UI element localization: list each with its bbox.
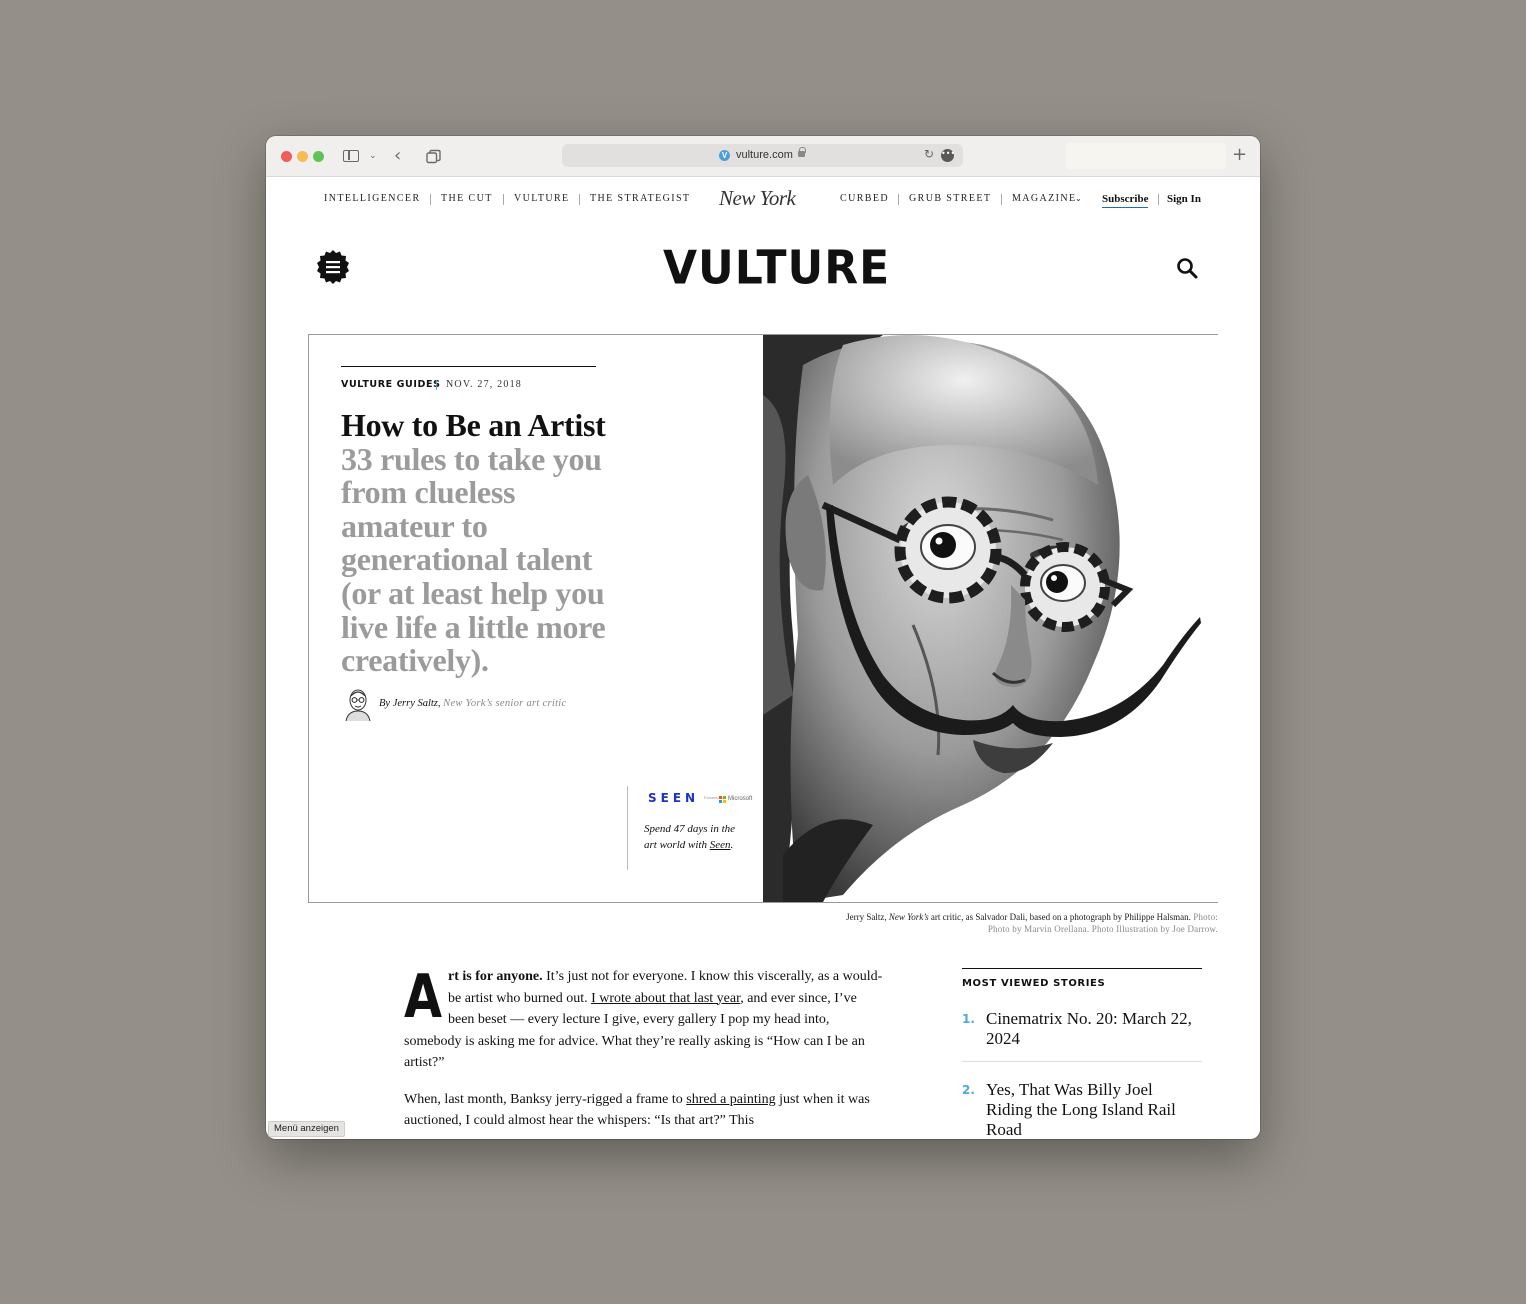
divider — [341, 366, 596, 367]
hero-portrait-image — [763, 335, 1218, 902]
headline-dek: 33 rules to take you from clueless amate… — [341, 440, 606, 679]
reload-icon[interactable]: ↻ — [924, 147, 934, 161]
nav-the-cut[interactable]: THE CUT — [441, 191, 493, 207]
caption-credit: Photo by Marvin Orellana. Photo Illustra… — [987, 924, 1218, 934]
nav-curbed[interactable]: CURBED — [840, 191, 889, 207]
nav-divider — [503, 194, 504, 205]
article-headline: How to Be an Artist 33 rules to take you… — [341, 407, 606, 679]
seen-logo[interactable]: SEEN — [648, 790, 699, 806]
lock-icon — [798, 147, 806, 157]
headline-title: How to Be an Artist — [341, 407, 606, 443]
item-number: 1. — [962, 1012, 975, 1026]
new-tab-icon[interactable]: + — [1232, 144, 1247, 166]
article-paragraph: Art is for anyone. It’s just not for eve… — [404, 966, 884, 1074]
lead-in: rt is for anyone. — [448, 969, 543, 984]
hero-feature: VULTURE GUIDES NOV. 27, 2018 How to Be a… — [308, 334, 1218, 903]
minimize-window-button[interactable] — [297, 151, 308, 162]
nav-divider — [1001, 194, 1002, 205]
vulture-logo[interactable]: VULTURE — [663, 238, 889, 301]
tab-overview-icon[interactable] — [426, 148, 441, 166]
back-arrow-icon[interactable]: ‹ — [394, 147, 401, 165]
microsoft-logo-icon — [719, 796, 726, 803]
item-title[interactable]: Yes, That Was Billy Joel Riding the Long… — [986, 1080, 1176, 1139]
caption-text: Jerry Saltz, — [846, 912, 889, 922]
article-byline: By Jerry Saltz, New York’s senior art cr… — [379, 697, 567, 711]
chevron-down-icon[interactable]: ⌄ — [1075, 191, 1082, 207]
nav-divider — [579, 194, 580, 205]
seen-link[interactable]: Seen — [710, 839, 731, 851]
browser-window: ⌄ ‹ V vulture.com ↻ ••• + INTELLIGENCER … — [266, 136, 1260, 1139]
seen-promo-copy: Spend 47 days in the art world with Seen… — [644, 821, 744, 853]
sidebar-title: MOST VIEWED STORIES — [962, 978, 1106, 989]
article-body: Art is for anyone. It’s just not for eve… — [404, 966, 884, 1139]
zoom-window-button[interactable] — [313, 151, 324, 162]
author-avatar — [345, 689, 371, 721]
nav-divider — [430, 194, 431, 205]
subscribe-link[interactable]: Subscribe — [1102, 191, 1149, 208]
close-window-button[interactable] — [281, 151, 292, 162]
nav-grub-street[interactable]: GRUB STREET — [909, 191, 991, 207]
nav-vulture[interactable]: VULTURE — [514, 191, 570, 207]
divider — [962, 1061, 1202, 1062]
web-page: INTELLIGENCER THE CUT VULTURE THE STRATE… — [266, 177, 1260, 1139]
article-paragraph: When, last month, Banksy jerry-rigged a … — [404, 1089, 884, 1132]
url-text: vulture.com — [736, 149, 793, 161]
most-viewed-item[interactable]: 1. Cinematrix No. 20: March 22, 2024 — [962, 1009, 1202, 1049]
item-number: 2. — [962, 1083, 975, 1097]
nav-magazine[interactable]: MAGAZINE — [1012, 191, 1077, 207]
more-options-icon[interactable]: ••• — [941, 149, 955, 162]
divider — [436, 380, 437, 390]
tab-strip-area — [1066, 143, 1226, 169]
hamburger-menu-icon[interactable] — [316, 250, 350, 284]
new-york-logo[interactable]: New York — [719, 185, 796, 211]
divider — [627, 786, 628, 870]
browser-toolbar: ⌄ ‹ V vulture.com ↻ ••• + — [266, 136, 1260, 177]
sidebar-toggle-icon[interactable] — [343, 150, 359, 162]
caption-credit-label: Photo: — [1190, 912, 1218, 922]
chevron-down-icon[interactable]: ⌄ — [369, 147, 377, 165]
site-favicon-icon: V — [719, 150, 730, 161]
caption-text-2: art critic, as Salvador Dali, based on a… — [928, 912, 1191, 922]
divider — [962, 968, 1202, 969]
network-nav: INTELLIGENCER THE CUT VULTURE THE STRATE… — [266, 186, 1260, 210]
sign-in-link[interactable]: Sign In — [1167, 191, 1201, 207]
dropcap: A — [404, 962, 443, 1032]
most-viewed-sidebar: MOST VIEWED STORIES 1. Cinematrix No. 20… — [962, 968, 1202, 1139]
rubric-label[interactable]: VULTURE GUIDES — [341, 378, 441, 392]
most-viewed-item[interactable]: 2. Yes, That Was Billy Joel Riding the L… — [962, 1080, 1202, 1139]
hero-caption: Jerry Saltz, New York’s art critic, as S… — [666, 911, 1218, 935]
inline-link[interactable]: I wrote about that last year — [591, 991, 740, 1006]
byline-author[interactable]: By Jerry Saltz, — [379, 698, 441, 709]
byline-role: New York’s senior art critic — [443, 698, 567, 709]
inline-link[interactable]: shred a painting — [686, 1092, 775, 1107]
publish-date: NOV. 27, 2018 — [446, 379, 522, 390]
partner-name: Microsoft — [728, 796, 753, 802]
show-menu-tooltip: Menü anzeigen — [268, 1121, 345, 1137]
caption-italic: New York’s — [888, 912, 929, 922]
nav-divider — [1158, 194, 1159, 205]
paragraph-text: When, last month, Banksy jerry-rigged a … — [404, 1091, 687, 1107]
nav-the-strategist[interactable]: THE STRATEGIST — [590, 191, 690, 207]
promo-copy-end: . — [730, 839, 734, 851]
nav-divider — [898, 194, 899, 205]
address-bar[interactable]: V vulture.com ↻ ••• — [562, 144, 963, 167]
search-icon[interactable] — [1175, 256, 1201, 282]
item-title[interactable]: Cinematrix No. 20: March 22, 2024 — [986, 1009, 1192, 1048]
nav-intelligencer[interactable]: INTELLIGENCER — [324, 191, 421, 207]
